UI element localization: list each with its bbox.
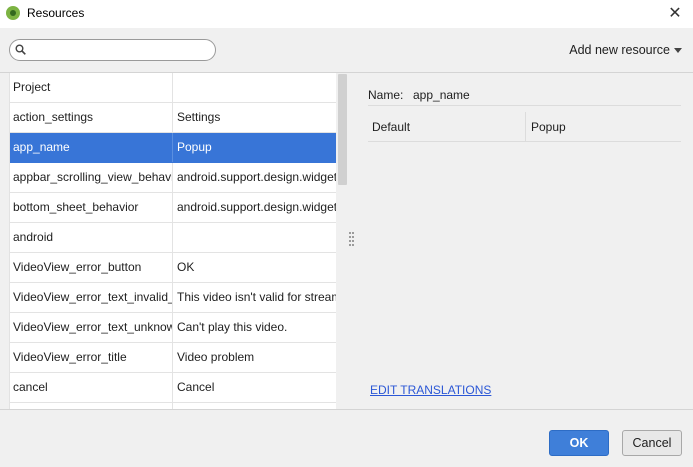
splitter-handle[interactable] bbox=[349, 232, 355, 246]
search-icon bbox=[15, 44, 26, 55]
resource-value: android.support.design.widget.BottomShee… bbox=[177, 200, 336, 214]
table-row[interactable]: bottom_sheet_behavior android.support.des… bbox=[10, 193, 336, 223]
table-row[interactable]: VideoView_error_title Video problem bbox=[10, 343, 336, 373]
table-row[interactable]: app_name Popup bbox=[10, 133, 336, 163]
resource-key: app_name bbox=[10, 133, 173, 162]
title-bar: Resources ✕ bbox=[0, 0, 693, 28]
resource-value: android.support.design.widget.AppBarLayo… bbox=[177, 170, 336, 184]
add-new-resource-dropdown[interactable]: Add new resource bbox=[569, 43, 682, 57]
resource-key: Project bbox=[10, 73, 173, 102]
column-default: Default bbox=[368, 112, 526, 141]
resource-key: appbar_scrolling_view_behavior bbox=[10, 163, 173, 192]
name-value: app_name bbox=[413, 88, 470, 102]
divider bbox=[368, 105, 681, 106]
resource-key: VideoView_error_text_unknown bbox=[10, 313, 173, 342]
table-row[interactable]: cancel Cancel bbox=[10, 373, 336, 403]
resource-value: This video isn't valid for streaming to … bbox=[177, 290, 336, 304]
scrollbar-thumb[interactable] bbox=[338, 74, 347, 185]
android-studio-icon bbox=[6, 6, 20, 20]
table-row[interactable]: VideoView_error_text_invalid_progressive… bbox=[10, 283, 336, 313]
table-row[interactable]: VideoView_error_button OK bbox=[10, 253, 336, 283]
cancel-button[interactable]: Cancel bbox=[622, 430, 682, 456]
resource-value: OK bbox=[177, 260, 195, 274]
group-row[interactable]: Project bbox=[10, 73, 336, 103]
resource-value: Video problem bbox=[177, 350, 255, 364]
search-box[interactable] bbox=[9, 39, 216, 61]
resource-value: Settings bbox=[177, 110, 221, 124]
resource-table[interactable]: Project action_settings Settings app_name Po… bbox=[9, 73, 336, 409]
close-button[interactable]: ✕ bbox=[663, 2, 687, 24]
resource-value bbox=[173, 223, 336, 252]
resource-key: android bbox=[10, 223, 173, 252]
edit-translations-link[interactable]: EDIT TRANSLATIONS bbox=[370, 383, 491, 397]
add-new-resource-label: Add new resource bbox=[569, 43, 670, 57]
resource-key: VideoView_error_title bbox=[10, 343, 173, 372]
translations-header: Default Popup bbox=[368, 112, 681, 142]
resource-value bbox=[173, 73, 336, 102]
chevron-down-icon bbox=[674, 48, 682, 53]
search-input[interactable] bbox=[32, 42, 210, 58]
divider bbox=[0, 409, 693, 410]
resource-value: Popup bbox=[177, 140, 212, 154]
table-row[interactable]: appbar_scrolling_view_behavior android.su… bbox=[10, 163, 336, 193]
toolbar: Add new resource bbox=[0, 28, 693, 72]
resource-key: VideoView_error_text_invalid_progressive… bbox=[10, 283, 173, 312]
table-row[interactable]: VideoView_error_text_unknown Can't play t… bbox=[10, 313, 336, 343]
resource-key: cancel bbox=[10, 373, 173, 402]
resource-value: Cancel bbox=[177, 380, 215, 394]
resource-key: bottom_sheet_behavior bbox=[10, 193, 173, 222]
vertical-scrollbar[interactable] bbox=[336, 73, 348, 409]
group-row[interactable]: android bbox=[10, 223, 336, 253]
window-title: Resources bbox=[27, 6, 85, 20]
ok-button[interactable]: OK bbox=[549, 430, 609, 456]
name-label: Name: bbox=[368, 88, 404, 102]
resource-key: action_settings bbox=[10, 103, 173, 132]
resource-key: VideoView_error_button bbox=[10, 253, 173, 282]
resource-value: Can't play this video. bbox=[177, 320, 288, 334]
resource-detail-panel: Name: app_name Default Popup EDIT TRANSL… bbox=[356, 73, 693, 409]
column-value[interactable]: Popup bbox=[526, 112, 566, 141]
table-row[interactable]: action_settings Settings bbox=[10, 103, 336, 133]
